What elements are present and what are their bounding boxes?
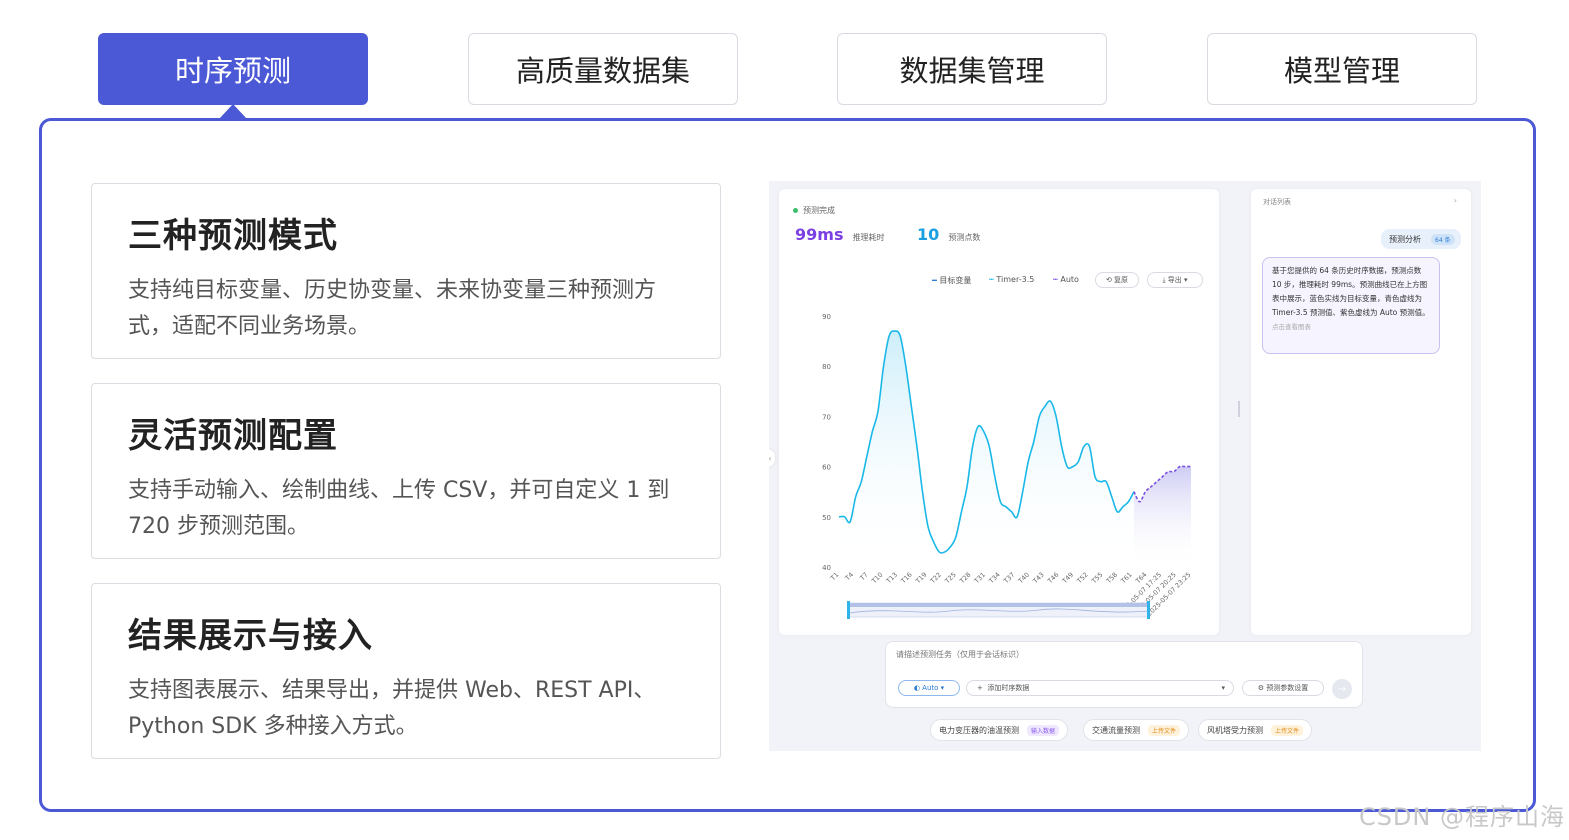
chevron-left-icon: ‹: [769, 454, 772, 463]
x-tick-label: T16: [899, 571, 914, 586]
feature-card-results: 结果展示与接入 支持图表展示、结果导出，并提供 Web、REST API、Pyt…: [91, 583, 721, 759]
chat-hint[interactable]: 点击查看图表: [1272, 320, 1430, 334]
x-tick-label: T49: [1060, 571, 1075, 586]
y-tick-label: 50: [822, 514, 831, 522]
x-tick-label: T4: [843, 571, 855, 583]
content-panel: 三种预测模式 支持纯目标变量、历史协变量、未来协变量三种预测方式，适配不同业务场…: [39, 118, 1536, 812]
example-chip[interactable]: 电力变压器的油温预测 输入数据: [930, 719, 1069, 741]
model-select[interactable]: ◐ Auto ▾: [898, 680, 960, 696]
feature-title: 结果展示与接入: [128, 616, 373, 656]
chat-message: 基于您提供的 64 条历史时序数据，预测点数 10 步，推理耗时 99ms。预测…: [1272, 266, 1430, 317]
params-button[interactable]: ⚙ 预测参数设置: [1242, 680, 1324, 696]
x-tick-label: T7: [858, 571, 870, 583]
feature-title: 灵活预测配置: [128, 416, 338, 456]
feature-desc: 支持图表展示、结果导出，并提供 Web、REST API、Python SDK …: [128, 678, 656, 739]
x-tick-label: T10: [869, 571, 884, 586]
example-chip[interactable]: 交通流量预测 上传文件: [1083, 719, 1190, 741]
zoom-slider-handle-left: [847, 601, 850, 619]
zoom-slider-handle-right: [1147, 601, 1150, 619]
tab-time-series-forecast[interactable]: 时序预测: [98, 33, 368, 105]
active-tab-pointer: [219, 104, 247, 119]
task-input-box: ◐ Auto ▾ + 添加时序数据 ▾ ⚙ 预测参数设置 →: [885, 641, 1363, 708]
send-button[interactable]: →: [1332, 679, 1352, 699]
model-icon: ◐: [913, 684, 923, 692]
chat-bubble[interactable]: 基于您提供的 64 条历史时序数据，预测点数 10 步，推理耗时 99ms。预测…: [1262, 257, 1440, 354]
feature-card-modes: 三种预测模式 支持纯目标变量、历史协变量、未来协变量三种预测方式，适配不同业务场…: [91, 183, 721, 359]
forecast-chart: 405060708090T1 T4 T7 T10 T13 T16 T19 T22 T25 T28 T…: [822, 313, 1192, 619]
feature-card-config: 灵活预测配置 支持手动输入、绘制曲线、上传 CSV，并可自定义 1 到 720 …: [91, 383, 721, 559]
analysis-badge[interactable]: 预测分析 64 条: [1381, 229, 1461, 249]
x-tick-label: T31: [972, 571, 987, 586]
tab-model-management[interactable]: 模型管理: [1207, 33, 1477, 105]
x-tick-label: T28: [957, 571, 972, 586]
collapse-handle[interactable]: ‹: [769, 449, 775, 467]
x-tick-label: T46: [1045, 571, 1060, 586]
splitter-handle[interactable]: [1238, 401, 1240, 417]
y-tick-label: 80: [822, 363, 831, 371]
example-chip[interactable]: 风机塔受力预测 上传文件: [1198, 719, 1313, 741]
add-data-select[interactable]: + 添加时序数据 ▾: [966, 680, 1234, 696]
chat-list-header: 对话列表: [1263, 198, 1291, 206]
x-tick-label: T34: [987, 571, 1002, 586]
y-tick-label: 70: [822, 413, 831, 421]
x-tick-label: T52: [1075, 571, 1090, 586]
x-tick-label: T55: [1089, 571, 1104, 586]
gear-icon: ⚙: [1257, 684, 1267, 692]
zoom-slider-bar: [849, 603, 1149, 607]
y-tick-label: 90: [822, 313, 831, 321]
feature-desc: 支持纯目标变量、历史协变量、未来协变量三种预测方式，适配不同业务场景。: [128, 278, 657, 339]
chevron-down-icon: ▾: [1221, 684, 1225, 692]
chart-card: 预测完成 99ms 推理耗时 10 预测点数 ━ 目标变量 ┅ Timer-3.…: [779, 189, 1219, 635]
task-description-input[interactable]: [896, 650, 1336, 659]
chevron-right-icon[interactable]: ›: [1454, 196, 1457, 205]
x-tick-label: T19: [913, 571, 928, 586]
x-tick-label: T43: [1031, 571, 1046, 586]
x-tick-label: T22: [928, 571, 943, 586]
forecast-area: [1134, 466, 1191, 567]
y-tick-label: 60: [822, 464, 831, 472]
arrow-right-icon: →: [1337, 683, 1347, 695]
chat-list-card: 对话列表 › 预测分析 64 条 基于您提供的 64 条历史时序数据，预测点数 1…: [1251, 189, 1471, 635]
x-tick-label: T1: [828, 571, 840, 583]
x-tick-label: T61: [1119, 571, 1134, 586]
app-preview: 预测完成 99ms 推理耗时 10 预测点数 ━ 目标变量 ┅ Timer-3.…: [769, 181, 1481, 751]
x-tick-label: T58: [1104, 571, 1119, 586]
tab-high-quality-dataset[interactable]: 高质量数据集: [468, 33, 738, 105]
chevron-down-icon: ▾: [938, 684, 945, 692]
watermark: CSDN @程序山海: [1358, 803, 1565, 831]
feature-desc: 支持手动输入、绘制曲线、上传 CSV，并可自定义 1 到 720 步预测范围。: [128, 478, 670, 539]
feature-title: 三种预测模式: [128, 216, 338, 256]
x-tick-label: T13: [884, 571, 899, 586]
tab-dataset-management[interactable]: 数据集管理: [837, 33, 1107, 105]
x-tick-label: T40: [1016, 571, 1031, 586]
x-tick-label: T25: [943, 571, 958, 586]
x-tick-label: T37: [1001, 571, 1016, 586]
plus-icon: +: [977, 684, 988, 692]
y-tick-label: 40: [822, 564, 831, 572]
